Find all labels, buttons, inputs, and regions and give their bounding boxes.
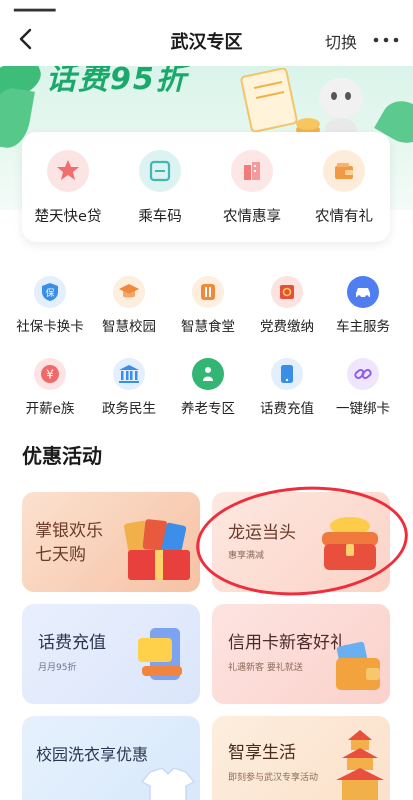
service-item[interactable]: 党费缴纳 (246, 276, 328, 335)
utensils-icon (192, 276, 224, 308)
promo-card[interactable]: 龙运当头 惠享满减 (212, 492, 390, 592)
car-icon (347, 276, 379, 308)
service-item[interactable]: 一键绑卡 (322, 358, 404, 417)
yellow-crane-tower-icon (336, 730, 384, 800)
quick-service-label: 农情惠享 (223, 209, 281, 225)
service-label: 车主服务 (336, 319, 390, 335)
quick-services-card: 楚天快e贷 乘车码 农情惠享 农情有礼 (22, 132, 390, 242)
building-icon (231, 150, 273, 192)
promo-card[interactable]: 掌银欢乐 七天购 (22, 492, 200, 592)
quick-service-item[interactable]: 农情有礼 (298, 150, 390, 226)
promo-title: 校园洗衣享优惠 (36, 745, 149, 764)
quick-service-item[interactable]: 农情惠享 (206, 150, 298, 226)
service-item[interactable]: 话费充值 (246, 358, 328, 417)
wallet-icon (323, 150, 365, 192)
service-label: 政务民生 (102, 401, 156, 417)
quick-service-label: 农情有礼 (315, 209, 373, 225)
link-icon (347, 358, 379, 390)
medal-icon (47, 150, 89, 192)
gift-box-icon (124, 519, 190, 580)
service-item[interactable]: 保 社保卡换卡 (9, 276, 91, 335)
party-flag-icon (271, 276, 303, 308)
yen-icon: ¥ (34, 358, 66, 390)
phone-card-icon (138, 628, 182, 680)
promo-title: 信用卡新客好礼 (228, 633, 347, 653)
promo-subtitle: 月月95折 (38, 663, 77, 673)
quick-service-label: 楚天快e贷 (34, 209, 102, 225)
promo-title: 龙运当头 (228, 523, 296, 543)
service-item[interactable]: ¥ 开薪e族 (9, 358, 91, 417)
quick-service-item[interactable]: 楚天快e贷 (22, 150, 114, 226)
promo-subtitle: 惠享满减 (228, 551, 265, 561)
promo-title: 智享生活 (228, 743, 296, 763)
wallet-cards-icon (336, 641, 380, 690)
more-icon[interactable] (369, 24, 403, 54)
promo-title: 掌银欢乐 (35, 521, 103, 541)
elder-icon (192, 358, 224, 390)
shield-icon: 保 (34, 276, 66, 308)
shirt-icon (140, 768, 196, 800)
service-label: 养老专区 (181, 401, 235, 417)
service-label: 智慧校园 (102, 319, 156, 335)
service-item[interactable]: 智慧校园 (88, 276, 170, 335)
service-label: 话费充值 (260, 401, 314, 417)
svg-text:保: 保 (45, 287, 54, 299)
treasure-chest-icon (322, 517, 378, 570)
service-label: 党费缴纳 (260, 319, 314, 335)
service-item[interactable]: 车主服务 (322, 276, 404, 335)
promo-card[interactable]: 信用卡新客好礼 礼遇新客 要礼就送 (212, 604, 390, 704)
quick-service-item[interactable]: 乘车码 (114, 150, 206, 226)
section-title: 优惠活动 (22, 444, 102, 468)
government-icon (113, 358, 145, 390)
promo-card[interactable]: 话费充值 月月95折 (22, 604, 200, 704)
promo-card[interactable]: 智享生活 即刻参与武汉专享活动 (212, 716, 390, 800)
switch-city-button[interactable]: 切换 (325, 29, 357, 53)
promo-subtitle: 即刻参与武汉专享活动 (228, 773, 319, 783)
graduation-cap-icon (113, 276, 145, 308)
service-label: 社保卡换卡 (16, 319, 84, 335)
service-item[interactable]: 政务民生 (88, 358, 170, 417)
quick-service-label: 乘车码 (138, 209, 182, 225)
qr-scan-icon (139, 150, 181, 192)
service-item[interactable]: 智慧食堂 (167, 276, 249, 335)
service-item[interactable]: 养老专区 (167, 358, 249, 417)
service-label: 一键绑卡 (336, 401, 390, 417)
promo-card[interactable]: 校园洗衣享优惠 (22, 716, 200, 800)
service-label: 智慧食堂 (181, 319, 235, 335)
status-bar: ▁▁▁ (0, 0, 413, 14)
svg-text:¥: ¥ (46, 368, 54, 382)
promo-title-line2: 七天购 (35, 545, 86, 565)
promo-title: 话费充值 (38, 633, 106, 653)
phone-icon (271, 358, 303, 390)
promo-subtitle: 礼遇新客 要礼就送 (228, 663, 303, 673)
status-bar-remnant: ▁▁▁ (14, 0, 56, 12)
service-label: 开薪e族 (25, 401, 75, 417)
navigation-bar: 武汉专区 切换 (0, 14, 413, 66)
